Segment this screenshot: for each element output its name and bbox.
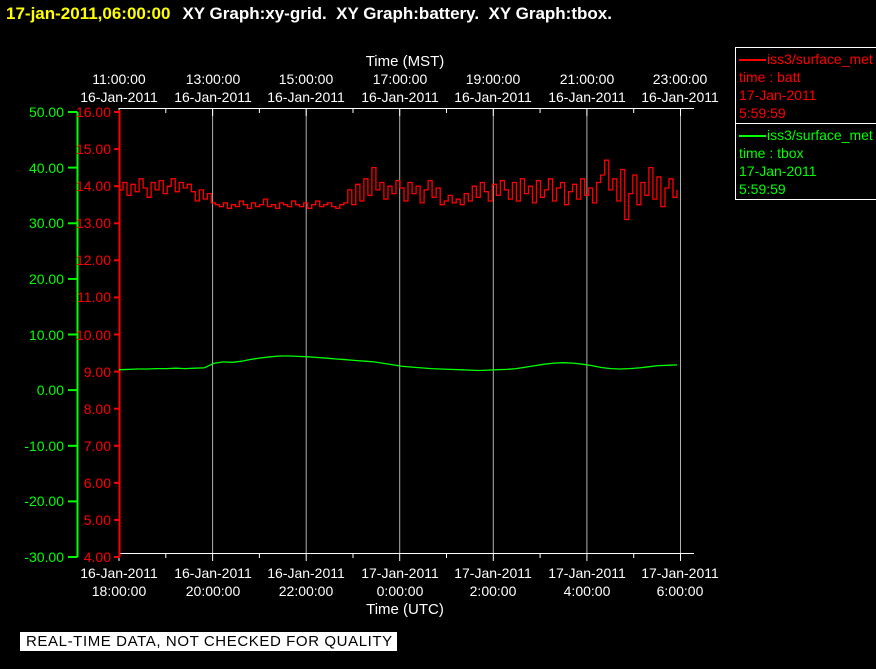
red-y-tick-label: 13.00	[75, 215, 111, 231]
bottom-axis-title: Time (UTC)	[366, 601, 444, 618]
red-y-tick-label: 4.00	[83, 549, 111, 565]
green-y-tick-label: 20.00	[28, 271, 64, 287]
green-y-tick-label: -20.00	[24, 493, 64, 509]
red-y-tick-label: 14.00	[75, 178, 111, 194]
legend-source: iss3/surface_met	[767, 127, 873, 143]
legend-time: 5:59:59	[739, 105, 786, 121]
red-y-tick-label: 11.00	[77, 289, 111, 305]
red-y-tick-label: 15.00	[75, 141, 111, 157]
legend-time: 5:59:59	[739, 181, 786, 197]
bottom-axis-time-label: 6:00:00	[656, 583, 704, 599]
red-y-tick-label: 12.00	[75, 252, 111, 268]
red-y-tick-label: 7.00	[83, 438, 111, 454]
top-axis-date-label: 16-Jan-2011	[641, 89, 719, 105]
top-axis-time-label: 23:00:00	[652, 71, 708, 87]
green-y-tick-label: 40.00	[28, 160, 64, 176]
batt-line-sample-icon	[739, 59, 766, 62]
green-y-tick-label: 0.00	[36, 382, 64, 398]
red-y-tick-label: 6.00	[83, 475, 111, 491]
title-datetime: 17-jan-2011,06:00:00	[6, 4, 171, 23]
red-y-tick-label: 9.00	[83, 364, 111, 380]
legend-entry-tbox: iss3/surface_met time : tbox 17-Jan-2011…	[736, 124, 876, 200]
legend-date: 17-Jan-2011	[739, 87, 817, 103]
tbox-line-sample-icon	[739, 135, 766, 138]
legend-source-line: iss3/surface_met	[739, 50, 876, 68]
red-y-tick-label: 16.00	[75, 104, 111, 120]
bottom-axis-date-label: 17-Jan-2011	[641, 565, 719, 581]
legend-field: time : tbox	[739, 145, 804, 161]
batt-trace	[119, 159, 678, 221]
legend-panel: iss3/surface_met time : batt 17-Jan-2011…	[735, 47, 876, 200]
top-axis-title: Time (MST)	[365, 53, 445, 70]
legend-date: 17-Jan-2011	[739, 163, 817, 179]
legend-source-line: iss3/surface_met	[739, 126, 876, 144]
window-title: 17-jan-2011,06:00:00 XY Graph:xy-grid. XY…	[6, 4, 612, 24]
legend-field: time : batt	[739, 69, 801, 85]
red-y-tick-label: 8.00	[83, 401, 111, 417]
red-y-tick-label: 5.00	[83, 512, 111, 528]
status-bar: REAL-TIME DATA, NOT CHECKED FOR QUALITY	[20, 632, 397, 651]
red-y-tick-label: 10.00	[75, 327, 111, 343]
tbox-trace	[118, 355, 678, 372]
legend-entry-batt: iss3/surface_met time : batt 17-Jan-2011…	[736, 48, 876, 124]
title-graph-list: XY Graph:xy-grid. XY Graph:battery. XY G…	[182, 4, 612, 23]
legend-source: iss3/surface_met	[767, 51, 873, 67]
